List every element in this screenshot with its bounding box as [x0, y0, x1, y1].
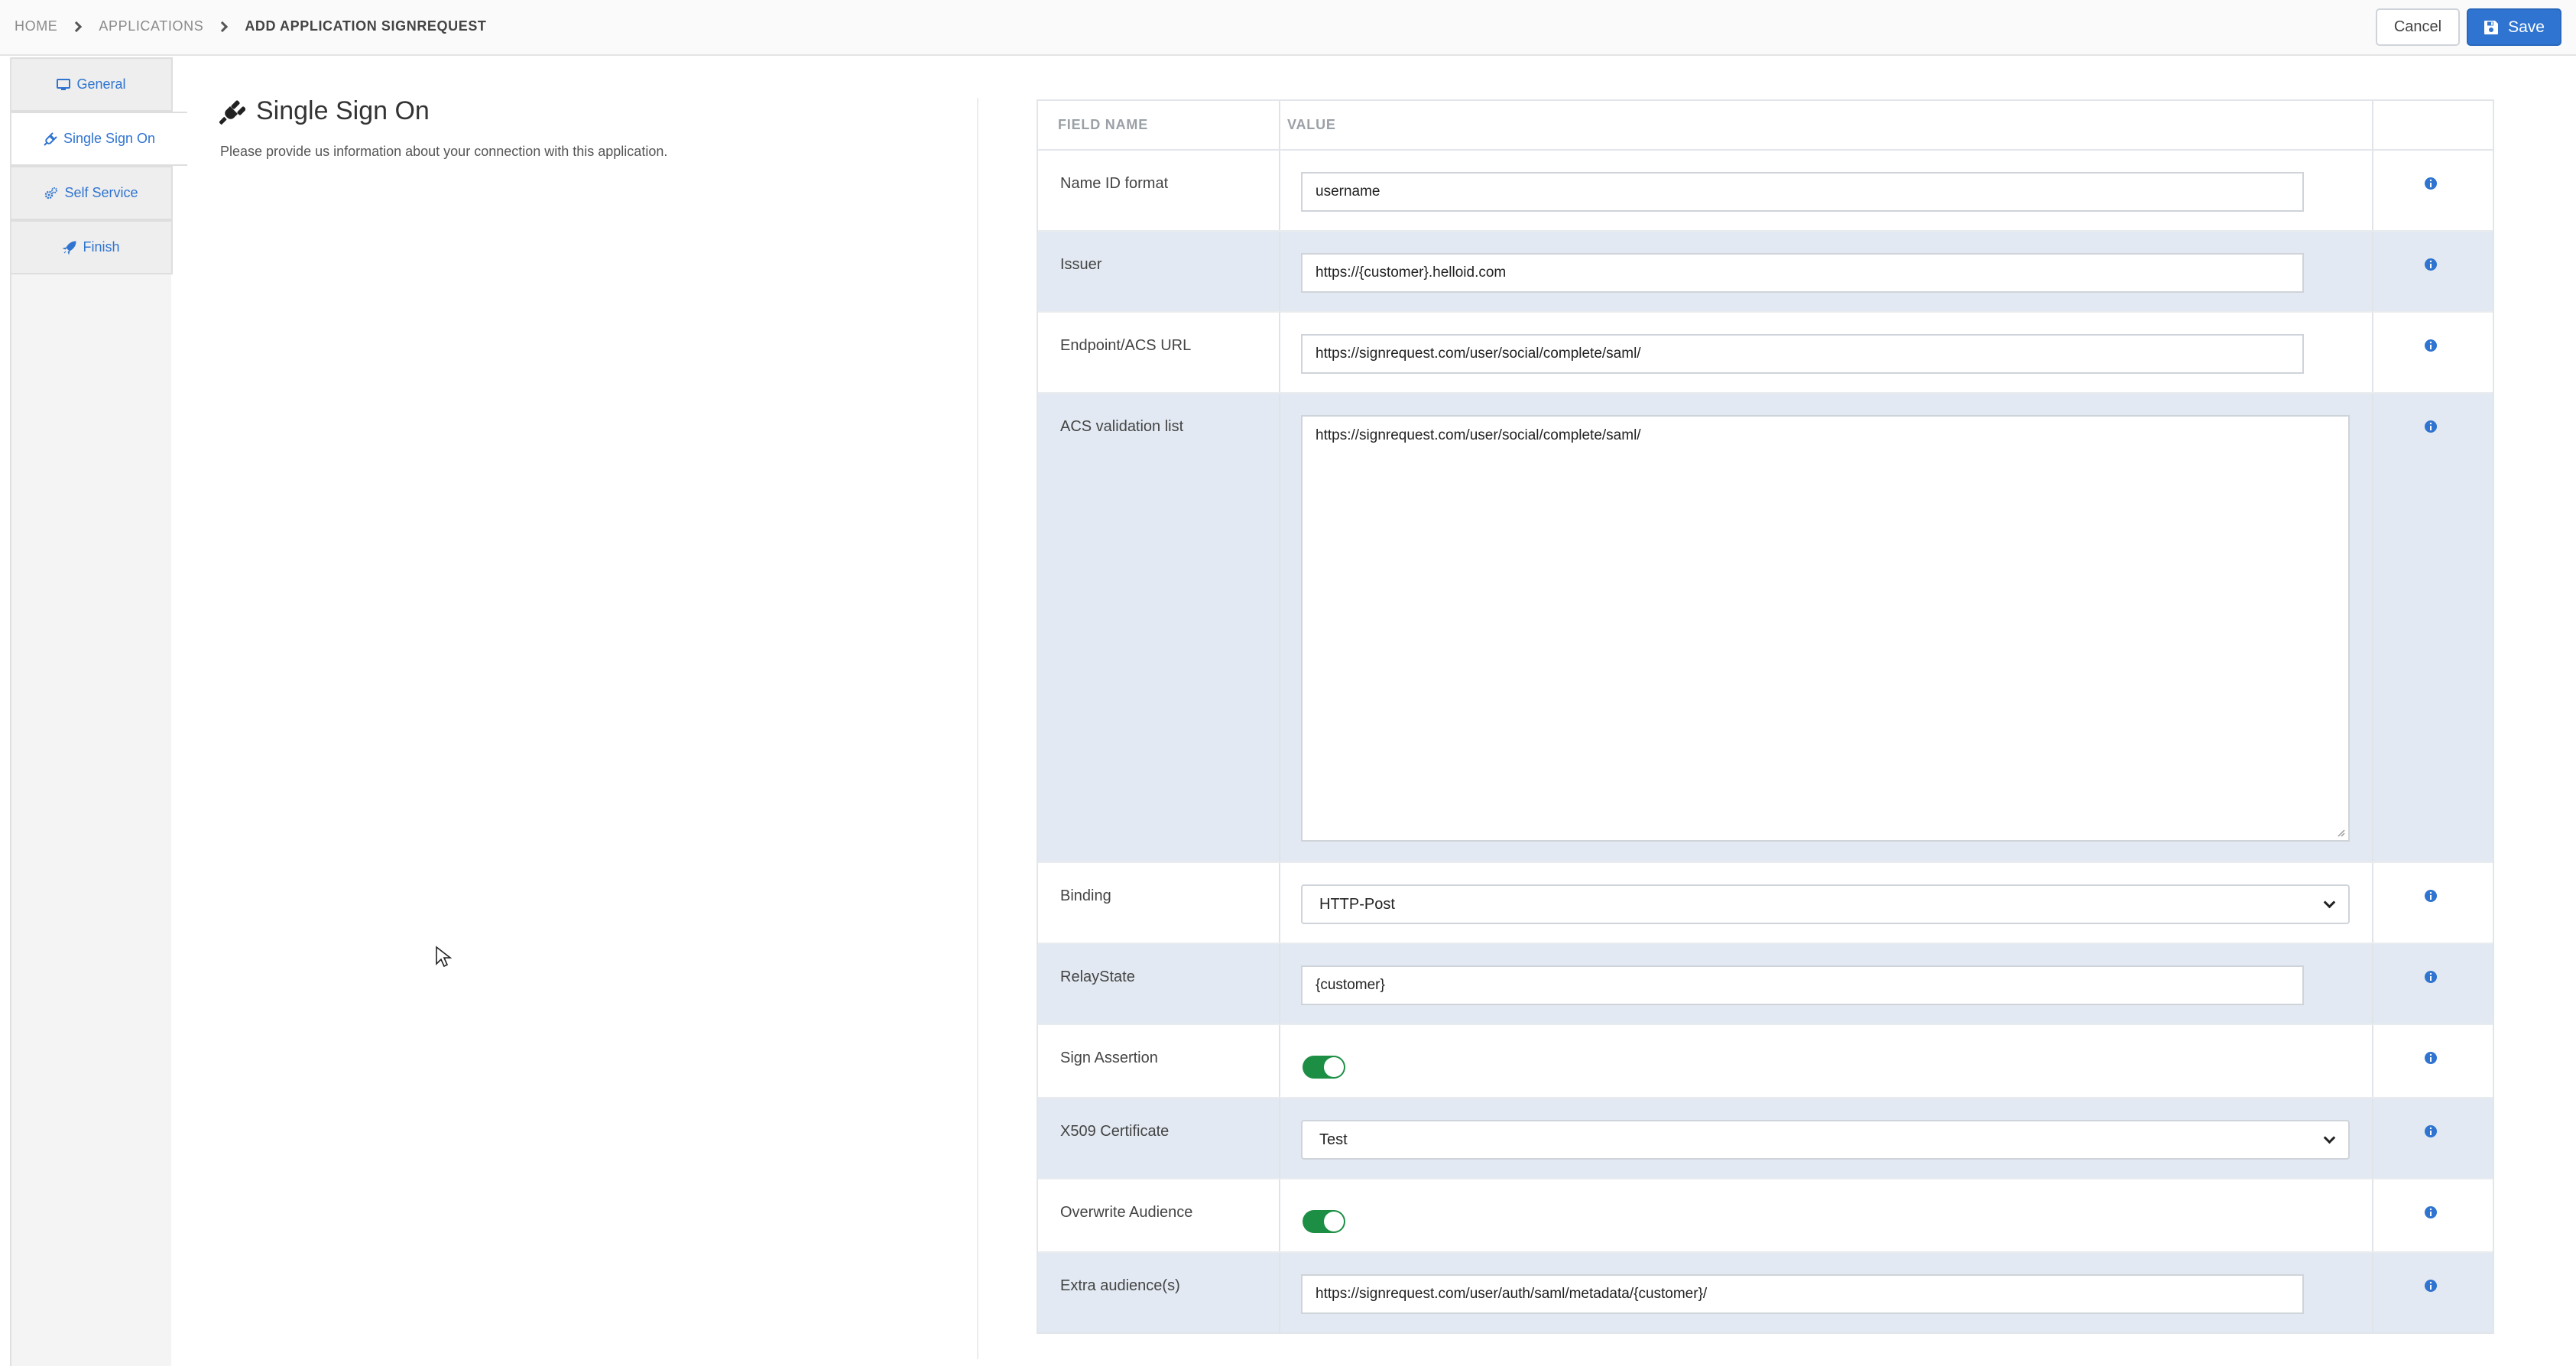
chevron-right-icon	[71, 21, 83, 32]
field-label: Issuer	[1060, 256, 1102, 273]
breadcrumb-applications[interactable]: APPLICATIONS	[99, 18, 203, 34]
x509-certificate-select[interactable]: Test	[1301, 1120, 2350, 1160]
table-row: Issuer https://{customer}.helloid.com	[1038, 232, 2493, 313]
name-id-format-input[interactable]: username	[1301, 172, 2304, 212]
plug-icon	[44, 131, 57, 146]
save-button[interactable]: Save	[2467, 8, 2561, 46]
sidebar-item-label: Single Sign On	[63, 131, 156, 146]
info-icon[interactable]	[2424, 1124, 2438, 1138]
info-icon[interactable]	[2424, 177, 2438, 190]
mouse-cursor-icon	[436, 946, 452, 968]
table-row: X509 Certificate Test	[1038, 1098, 2493, 1179]
field-label: X509 Certificate	[1060, 1123, 1170, 1140]
cogs-icon	[45, 187, 58, 199]
field-label: ACS validation list	[1060, 418, 1184, 435]
sidebar-item-single-sign-on[interactable]: Single Sign On	[11, 112, 200, 167]
endpoint-acs-url-input[interactable]: https://signrequest.com/user/social/comp…	[1301, 334, 2304, 374]
info-icon[interactable]	[2424, 339, 2438, 352]
chevron-down-icon	[2323, 896, 2336, 909]
floppy-disk-icon	[2484, 20, 2499, 34]
table-row: ACS validation list https://signrequest.…	[1038, 394, 2493, 863]
plug-icon	[219, 99, 245, 125]
breadcrumb-current: ADD APPLICATION SIGNREQUEST	[245, 18, 487, 34]
sidebar-item-self-service[interactable]: Self Service	[11, 166, 173, 220]
sidebar-item-finish[interactable]: Finish	[11, 220, 173, 274]
table-row: Endpoint/ACS URL https://signrequest.com…	[1038, 313, 2493, 394]
table-row: RelayState {customer}	[1038, 944, 2493, 1025]
field-label: Overwrite Audience	[1060, 1204, 1193, 1221]
field-label: Name ID format	[1060, 175, 1169, 192]
page-header: Single Sign On	[219, 96, 430, 126]
sidebar-item-label: General	[76, 76, 126, 92]
save-button-label: Save	[2508, 18, 2545, 36]
info-icon[interactable]	[2424, 1205, 2438, 1219]
issuer-input[interactable]: https://{customer}.helloid.com	[1301, 253, 2304, 293]
select-value: HTTP-Post	[1319, 895, 1395, 913]
table-row: Binding HTTP-Post	[1038, 863, 2493, 944]
sso-settings-table: FIELD NAME VALUE Name ID format username…	[1037, 99, 2494, 1334]
extra-audiences-input[interactable]: https://signrequest.com/user/auth/saml/m…	[1301, 1274, 2304, 1314]
panel-divider	[977, 98, 978, 1359]
table-row: Sign Assertion	[1038, 1025, 2493, 1098]
sign-assertion-toggle[interactable]	[1303, 1056, 1345, 1079]
info-icon[interactable]	[2424, 1051, 2438, 1065]
breadcrumb: HOME APPLICATIONS ADD APPLICATION SIGNRE…	[15, 18, 487, 34]
page-subtitle: Please provide us information about your…	[220, 144, 668, 159]
resize-handle-icon[interactable]	[2336, 828, 2345, 837]
relaystate-input[interactable]: {customer}	[1301, 965, 2304, 1005]
column-header-value: VALUE	[1287, 117, 1336, 132]
sidebar-item-label: Self Service	[64, 185, 138, 200]
acs-validation-list-textarea[interactable]: https://signrequest.com/user/social/comp…	[1301, 415, 2350, 842]
field-label: Binding	[1060, 887, 1111, 904]
breadcrumb-home[interactable]: HOME	[15, 18, 57, 34]
monitor-icon	[57, 78, 71, 90]
field-label: Endpoint/ACS URL	[1060, 337, 1192, 354]
info-icon[interactable]	[2424, 258, 2438, 271]
toggle-knob	[1324, 1212, 1344, 1231]
field-label: Extra audience(s)	[1060, 1277, 1180, 1294]
table-header: FIELD NAME VALUE	[1038, 101, 2493, 151]
textarea-value: https://signrequest.com/user/social/comp…	[1316, 427, 1641, 443]
table-row: Overwrite Audience	[1038, 1179, 2493, 1253]
rocket-icon	[63, 240, 76, 255]
page-title: Single Sign On	[256, 96, 430, 125]
chevron-down-icon	[2323, 1131, 2336, 1144]
field-label: Sign Assertion	[1060, 1050, 1158, 1066]
chevron-right-icon	[217, 21, 229, 32]
info-icon[interactable]	[2424, 889, 2438, 903]
wizard-sidebar: General Single Sign On Self Service Fini…	[10, 57, 200, 1366]
toggle-knob	[1324, 1057, 1344, 1077]
table-row: Extra audience(s) https://signrequest.co…	[1038, 1253, 2493, 1332]
info-icon[interactable]	[2424, 970, 2438, 984]
info-icon[interactable]	[2424, 1279, 2438, 1293]
overwrite-audience-toggle[interactable]	[1303, 1210, 1345, 1233]
select-value: Test	[1319, 1131, 1348, 1148]
binding-select[interactable]: HTTP-Post	[1301, 884, 2350, 924]
cancel-button[interactable]: Cancel	[2376, 8, 2460, 46]
info-icon[interactable]	[2424, 420, 2438, 433]
sidebar-item-general[interactable]: General	[11, 57, 173, 112]
table-row: Name ID format username	[1038, 151, 2493, 232]
sidebar-item-label: Finish	[83, 239, 120, 255]
top-bar: HOME APPLICATIONS ADD APPLICATION SIGNRE…	[0, 0, 2576, 56]
field-label: RelayState	[1060, 969, 1135, 985]
column-header-field-name: FIELD NAME	[1058, 117, 1148, 132]
